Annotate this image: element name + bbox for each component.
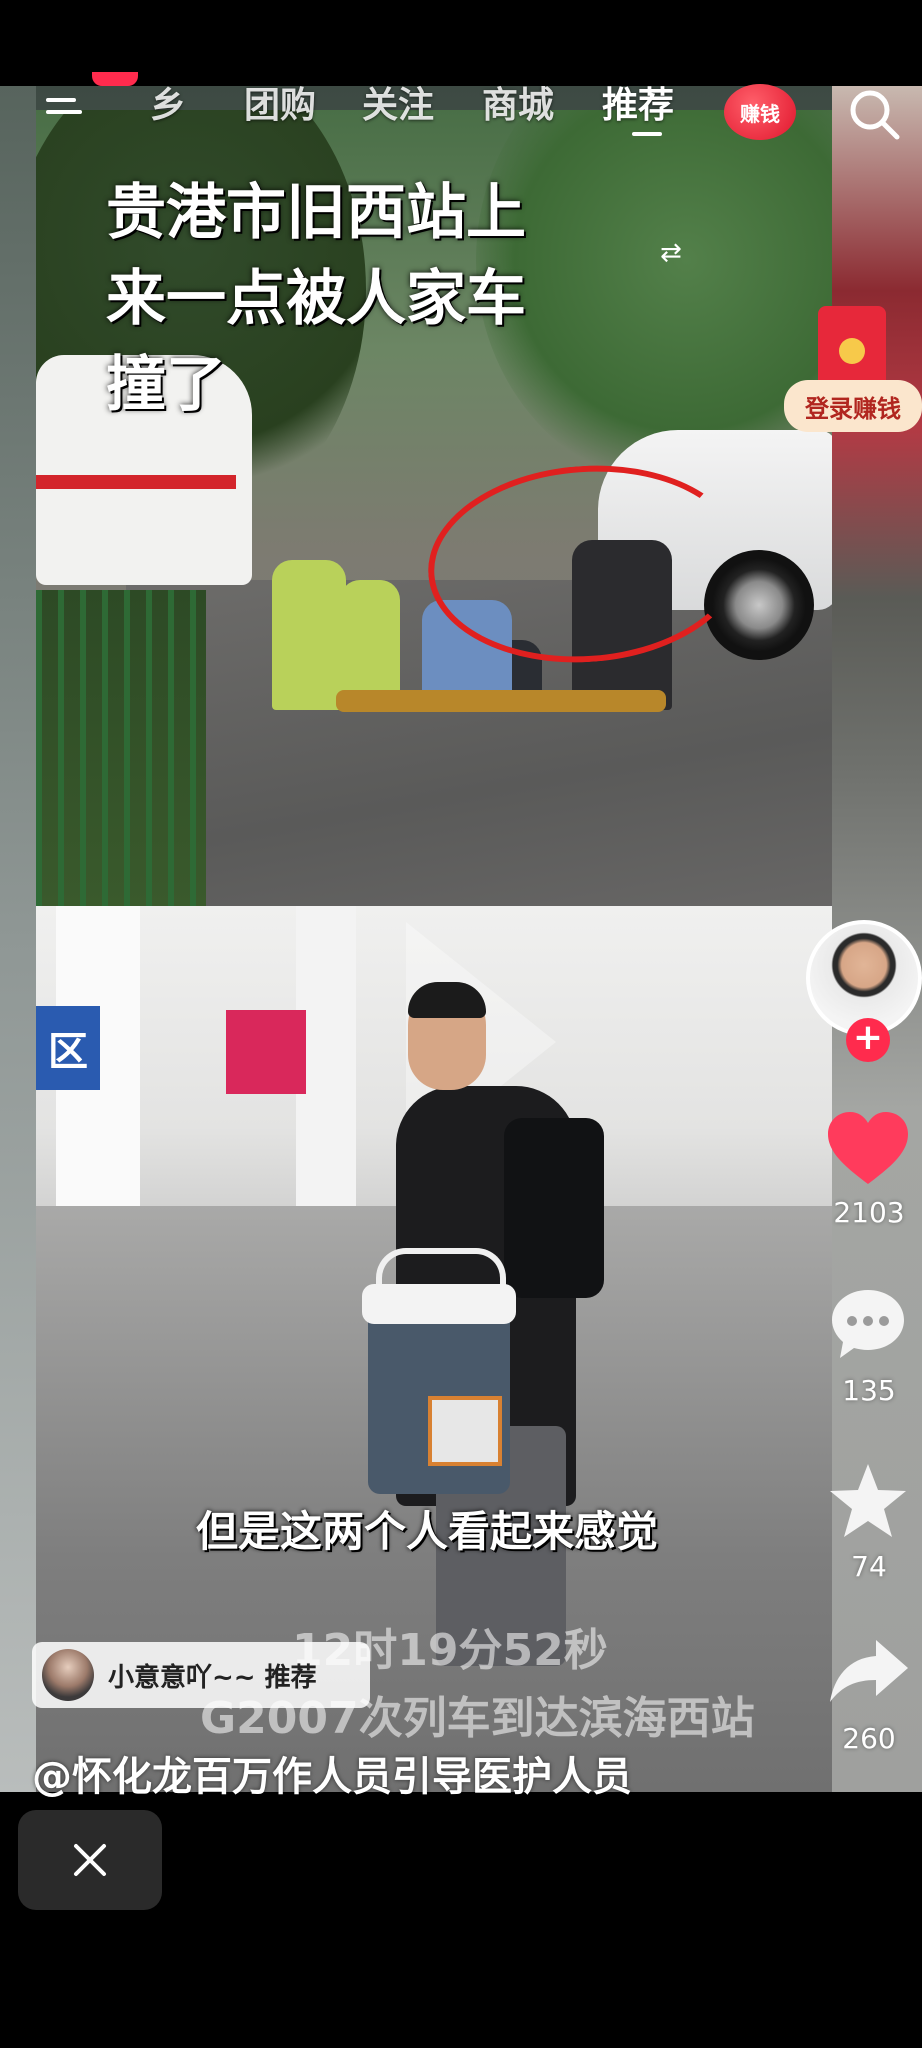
scene-cooler-lid: [362, 1284, 516, 1324]
scene-stand: [226, 1010, 306, 1094]
video-subtitle: 但是这两个人看起来感觉: [196, 1507, 659, 1556]
tab-group-buy[interactable]: 团购: [244, 76, 316, 128]
video-headline: 贵港市旧西站上 来一点被人家车 撞了: [106, 178, 526, 420]
author-handle[interactable]: @怀化龙百万作人员引导医护人员: [32, 1744, 632, 1802]
like-count: 2103: [833, 1196, 905, 1229]
scene-sign: 区: [36, 1006, 100, 1090]
share-icon[interactable]: [828, 1638, 910, 1704]
comment-count: 135: [842, 1374, 896, 1407]
top-nav: 乡 团购 关注 商城 推荐 赚钱: [0, 70, 922, 140]
red-packet-icon[interactable]: [818, 306, 886, 388]
earn-coins-button[interactable]: 赚钱: [724, 84, 796, 140]
scene-stretcher: [336, 690, 666, 712]
comment-icon[interactable]: [828, 1286, 908, 1362]
recommender-avatar[interactable]: [42, 1649, 94, 1701]
swap-icon: ⇄: [660, 238, 682, 268]
close-icon: [74, 1844, 106, 1876]
heart-icon[interactable]: [826, 1110, 910, 1186]
search-icon[interactable]: [846, 86, 902, 142]
active-tab-indicator: [632, 132, 662, 136]
share-count: 260: [842, 1722, 896, 1755]
plus-icon[interactable]: +: [846, 1018, 890, 1062]
previous-card-sliver: [0, 86, 36, 1792]
recommend-chip[interactable]: 小意意吖~~ 推荐: [32, 1642, 370, 1708]
recommend-chip-text: 小意意吖~~ 推荐: [108, 1662, 317, 1693]
favorite-count: 74: [851, 1550, 887, 1583]
notification-dot: [92, 72, 138, 86]
close-button[interactable]: [18, 1810, 162, 1910]
scene-fence: [36, 590, 206, 906]
star-icon[interactable]: [828, 1462, 908, 1540]
video-frame-top[interactable]: 贵港市旧西站上 来一点被人家车 撞了 ⇄: [36, 110, 832, 906]
scene-backpack: [504, 1118, 604, 1298]
scene-person: [272, 560, 346, 710]
screen: 贵港市旧西站上 来一点被人家车 撞了 ⇄ 区 但是这两个人看起来感觉 12时19…: [0, 0, 922, 2048]
tab-following[interactable]: 关注: [362, 76, 434, 128]
tab-recommend[interactable]: 推荐: [602, 76, 674, 128]
scene-cooler-label: [428, 1396, 502, 1466]
menu-icon[interactable]: [46, 98, 86, 128]
tab-local[interactable]: 乡: [150, 76, 186, 128]
scene-man-hair: [408, 982, 486, 1018]
tab-mall[interactable]: 商城: [482, 76, 554, 128]
login-earn-button[interactable]: 登录赚钱: [784, 380, 922, 432]
